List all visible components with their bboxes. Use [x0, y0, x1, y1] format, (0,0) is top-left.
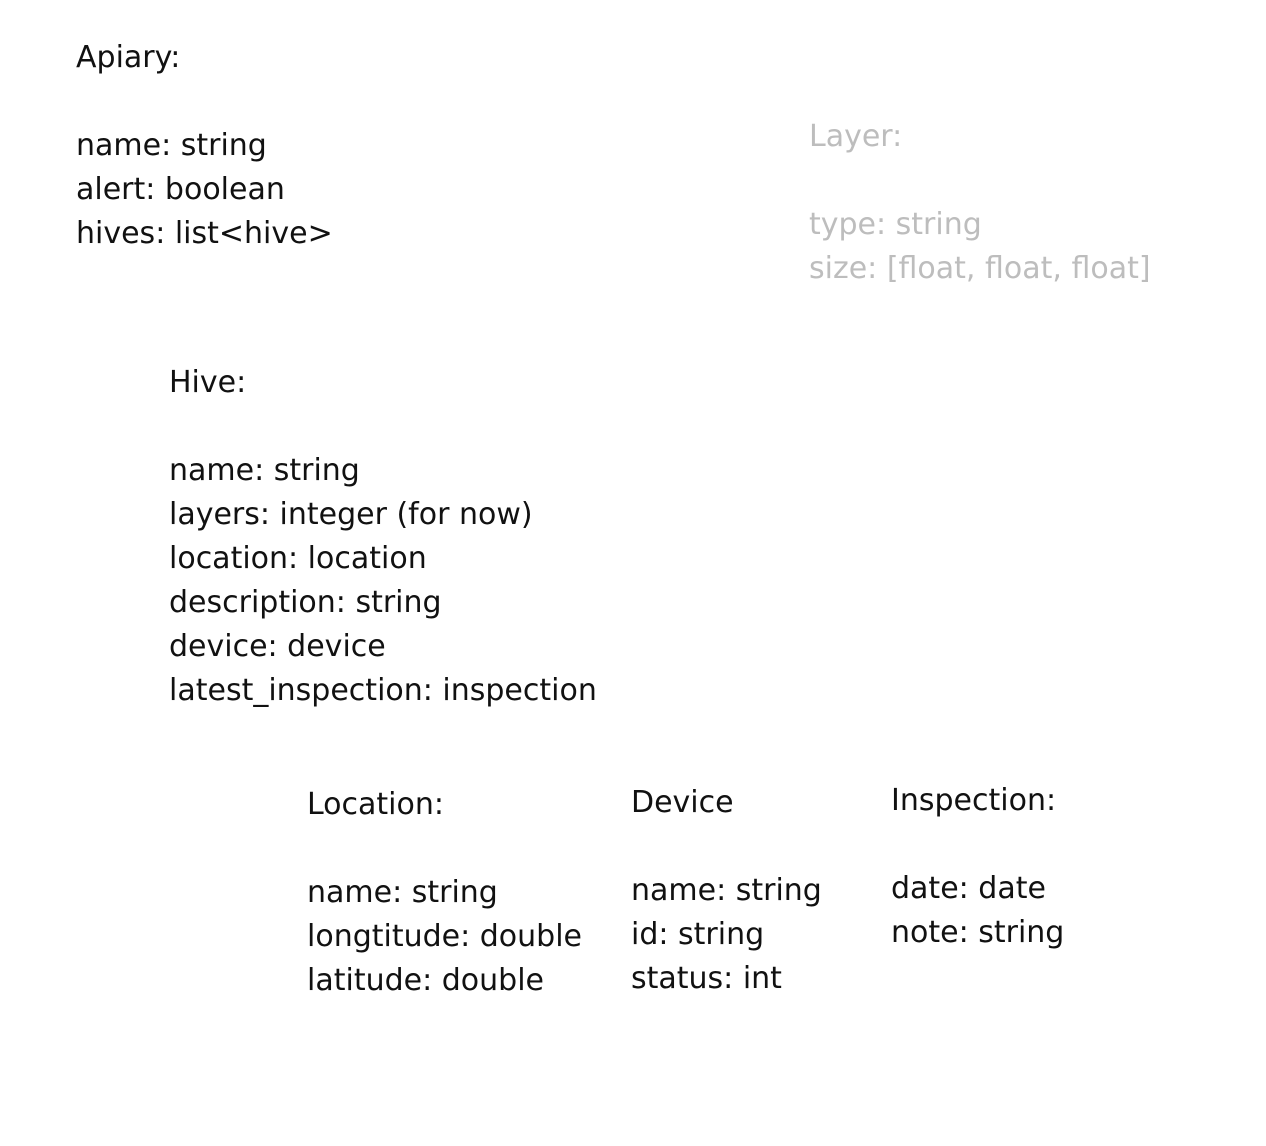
hive-entity: Hive: name: string layers: integer (for …: [169, 361, 597, 713]
location-field-latitude: latitude: double: [307, 963, 544, 998]
location-field-name: name: string: [307, 875, 498, 910]
apiary-entity: Apiary: name: string alert: boolean hive…: [76, 36, 333, 256]
hive-field-name: name: string: [169, 453, 360, 488]
apiary-field-name: name: string: [76, 128, 267, 163]
layer-field-type: type: string: [809, 207, 982, 242]
inspection-title: Inspection:: [891, 783, 1057, 818]
device-field-name: name: string: [631, 873, 822, 908]
location-entity: Location: name: string longtitude: doubl…: [307, 783, 582, 1003]
device-field-id: id: string: [631, 917, 765, 952]
apiary-field-alert: alert: boolean: [76, 172, 285, 207]
hive-title: Hive:: [169, 365, 247, 400]
location-title: Location:: [307, 787, 444, 822]
inspection-entity: Inspection: date: date note: string: [891, 779, 1064, 955]
location-field-longtitude: longtitude: double: [307, 919, 583, 954]
hive-field-layers: layers: integer (for now): [169, 497, 533, 532]
inspection-field-note: note: string: [891, 915, 1065, 950]
hive-field-latest-inspection: latest_inspection: inspection: [169, 673, 597, 708]
hive-field-location: location: location: [169, 541, 427, 576]
apiary-field-hives: hives: list<hive>: [76, 216, 333, 251]
inspection-field-date: date: date: [891, 871, 1046, 906]
hive-field-description: description: string: [169, 585, 442, 620]
device-entity: Device name: string id: string status: i…: [631, 781, 822, 1001]
layer-title: Layer:: [809, 119, 903, 154]
device-field-status: status: int: [631, 961, 782, 996]
hive-field-device: device: device: [169, 629, 386, 664]
apiary-title: Apiary:: [76, 40, 181, 75]
layer-entity: Layer: type: string size: [float, float,…: [809, 115, 1151, 291]
layer-field-size: size: [float, float, float]: [809, 251, 1151, 286]
device-title: Device: [631, 785, 734, 820]
